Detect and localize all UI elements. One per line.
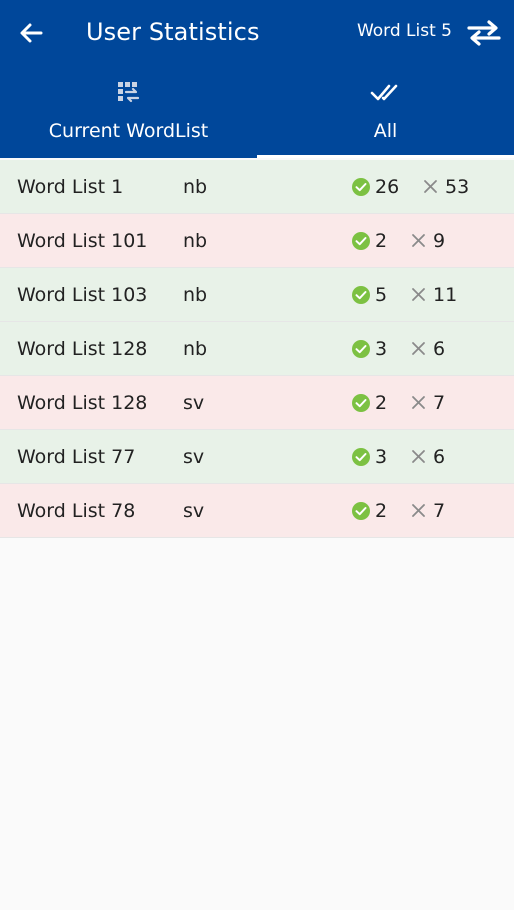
tab-all[interactable]: All <box>257 66 514 158</box>
language-code: nb <box>183 230 208 252</box>
check-circle-icon <box>352 286 370 304</box>
list-name: Word List 1 <box>17 176 124 198</box>
language-code: nb <box>183 176 208 198</box>
close-icon <box>412 504 425 517</box>
correct-count: 3 <box>375 446 388 468</box>
close-icon <box>412 234 425 247</box>
correct-count: 26 <box>375 176 400 198</box>
stats-list: Word List 1 nb 26 53 Word List 101 nb 2 … <box>0 160 514 538</box>
language-code: sv <box>183 446 205 468</box>
tab-current-wordlist[interactable]: Current WordList <box>0 66 257 158</box>
correct-count: 2 <box>375 500 388 522</box>
list-item[interactable]: Word List 128 nb 3 6 <box>0 322 514 376</box>
tab-label: Current WordList <box>48 120 209 142</box>
list-name: Word List 78 <box>17 500 136 522</box>
list-name: Word List 128 <box>17 392 148 414</box>
correct-count: 2 <box>375 392 388 414</box>
check-circle-icon <box>352 502 370 520</box>
language-code: nb <box>183 284 208 306</box>
wrong-count: 7 <box>433 500 446 522</box>
check-circle-icon <box>352 448 370 466</box>
app-bar: User Statistics Word List 5 <box>0 0 514 66</box>
wrong-count: 6 <box>433 446 446 468</box>
close-icon <box>412 396 425 409</box>
close-icon <box>424 180 437 193</box>
arrow-left-icon <box>20 23 43 43</box>
list-name: Word List 128 <box>17 338 148 360</box>
list-item[interactable]: Word List 128 sv 2 7 <box>0 376 514 430</box>
list-name: Word List 101 <box>17 230 148 252</box>
wrong-count: 7 <box>433 392 446 414</box>
list-name: Word List 77 <box>17 446 136 468</box>
correct-count: 2 <box>375 230 388 252</box>
wrong-count: 53 <box>445 176 470 198</box>
correct-count: 5 <box>375 284 388 306</box>
close-icon <box>412 342 425 355</box>
list-name: Word List 103 <box>17 284 148 306</box>
close-icon <box>412 288 425 301</box>
wrong-count: 6 <box>433 338 446 360</box>
tab-label: All <box>373 120 398 142</box>
list-item[interactable]: Word List 101 nb 2 9 <box>0 214 514 268</box>
wrong-count: 11 <box>433 284 458 306</box>
correct-count: 3 <box>375 338 388 360</box>
back-button[interactable] <box>14 16 48 50</box>
language-code: sv <box>183 500 205 522</box>
wrong-count: 9 <box>433 230 446 252</box>
list-item[interactable]: Word List 78 sv 2 7 <box>0 484 514 538</box>
swap-arrows-icon <box>467 20 501 46</box>
language-code: sv <box>183 392 205 414</box>
list-item[interactable]: Word List 1 nb 26 53 <box>0 160 514 214</box>
check-circle-icon <box>352 178 370 196</box>
check-circle-icon <box>352 394 370 412</box>
language-code: nb <box>183 338 208 360</box>
double-check-icon <box>370 79 402 107</box>
tab-bar: Current WordList All <box>0 66 514 158</box>
list-item[interactable]: Word List 103 nb 5 11 <box>0 268 514 322</box>
list-item[interactable]: Word List 77 sv 3 6 <box>0 430 514 484</box>
list-swap-icon <box>116 79 142 107</box>
swap-list-button[interactable] <box>464 16 504 50</box>
check-circle-icon <box>352 232 370 250</box>
current-list-label: Word List 5 <box>356 21 452 41</box>
check-circle-icon <box>352 340 370 358</box>
page-title: User Statistics <box>86 18 260 46</box>
close-icon <box>412 450 425 463</box>
